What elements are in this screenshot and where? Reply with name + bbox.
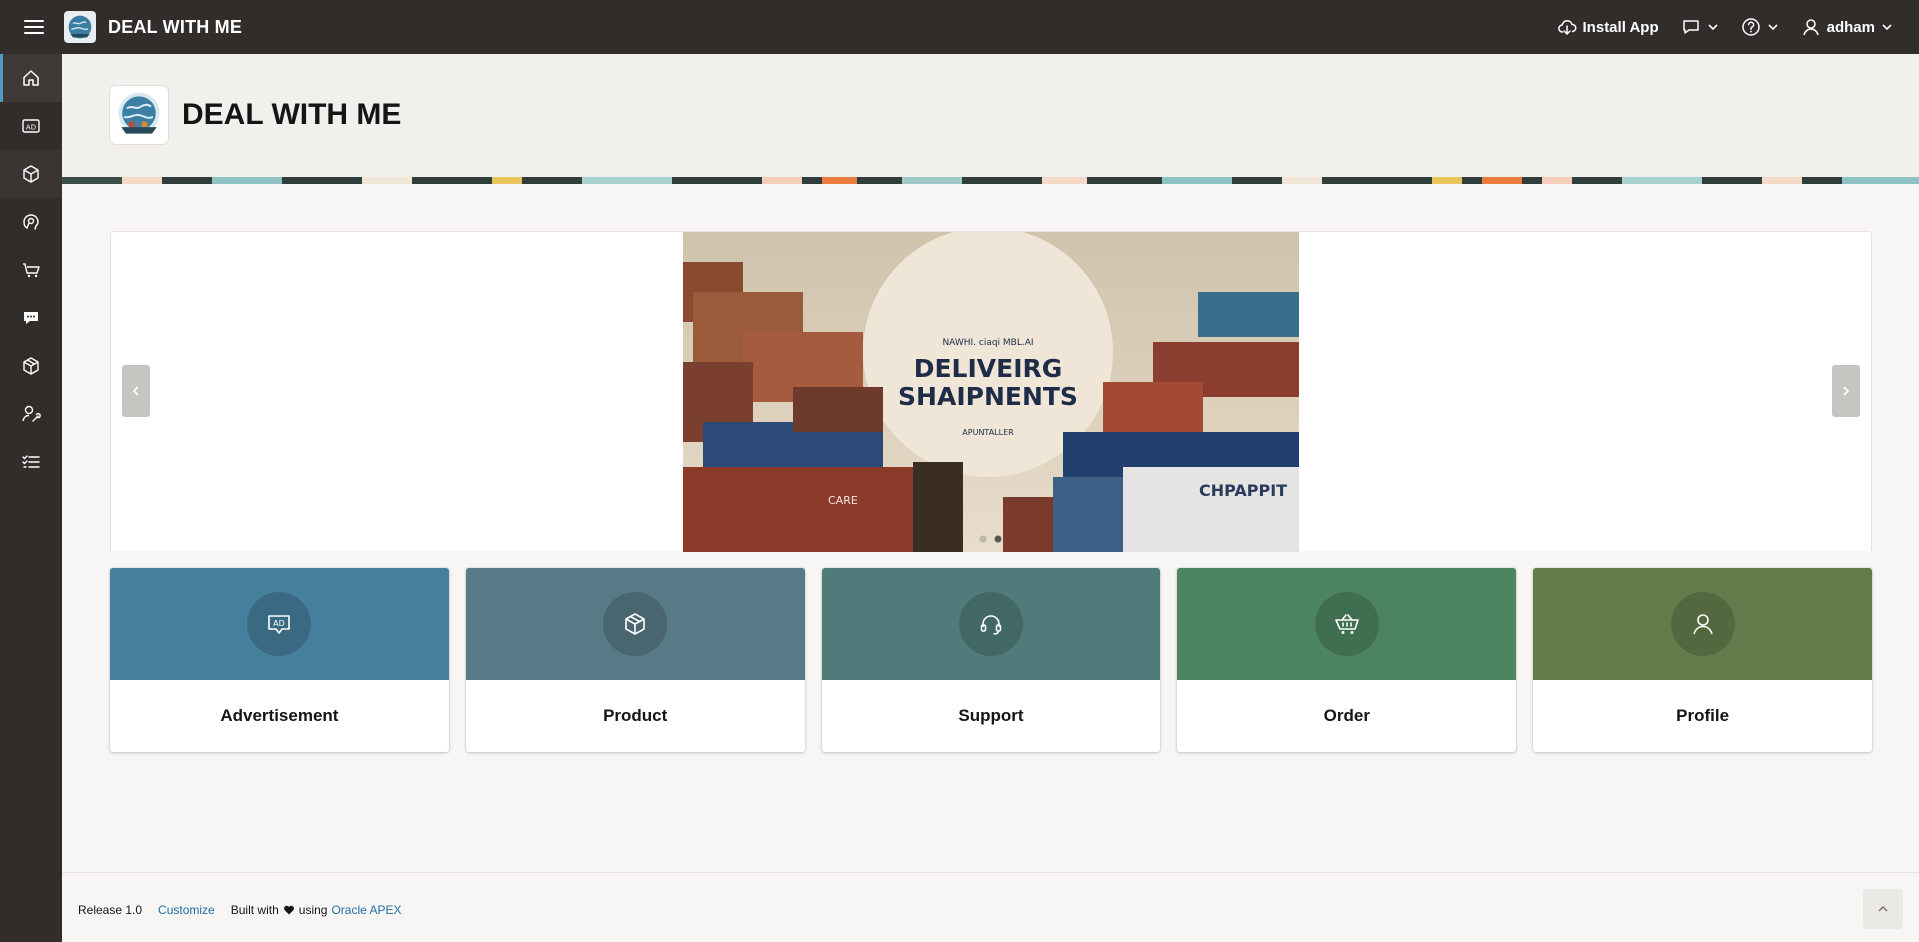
using-label: using bbox=[298, 903, 328, 917]
cube-icon bbox=[625, 613, 645, 635]
side-navigation: AD bbox=[0, 54, 62, 942]
carousel-previous-button[interactable] bbox=[122, 365, 150, 417]
chevron-right-icon bbox=[1843, 386, 1850, 396]
built-with-label: Built with bbox=[230, 903, 279, 917]
card-header bbox=[821, 568, 1161, 680]
page-title: DEAL WITH ME bbox=[182, 98, 402, 131]
card-product[interactable]: Product bbox=[465, 568, 805, 752]
home-icon bbox=[23, 70, 39, 86]
top-bar: DEAL WITH ME Install App adham bbox=[0, 0, 1919, 54]
card-icon-badge bbox=[603, 592, 668, 656]
user-icon bbox=[1692, 614, 1713, 635]
slide-top-text: NAWHI. ciaqi MBL.AI bbox=[942, 338, 1033, 348]
user-menu-button[interactable]: adham bbox=[1793, 9, 1901, 45]
svg-text:AD: AD bbox=[274, 619, 286, 628]
oracle-apex-link[interactable]: Oracle APEX bbox=[331, 903, 401, 917]
cart-icon bbox=[1334, 614, 1359, 634]
sidebar-item-tasks[interactable] bbox=[0, 438, 62, 486]
footer: Release 1.0 Customize Built with using O… bbox=[62, 872, 1919, 942]
headset-icon bbox=[980, 615, 1002, 635]
ad-icon: AD bbox=[268, 615, 291, 634]
ad-icon: AD bbox=[22, 119, 40, 133]
chevron-down-icon bbox=[1768, 24, 1778, 31]
image-carousel: NAWHI. ciaqi MBL.AI DELIVEIRG SHAIPNENTS… bbox=[110, 231, 1872, 552]
card-icon-badge: AD bbox=[247, 592, 312, 656]
support-icon bbox=[23, 214, 39, 230]
feedback-menu-button[interactable] bbox=[1673, 9, 1727, 45]
slide-heading-line2: SHAIPNENTS bbox=[898, 382, 1078, 411]
install-app-button[interactable]: Install App bbox=[1549, 9, 1667, 45]
card-header bbox=[1533, 568, 1872, 680]
carousel-slide-image: NAWHI. ciaqi MBL.AI DELIVEIRG SHAIPNENTS… bbox=[683, 232, 1299, 552]
install-app-label: Install App bbox=[1582, 18, 1659, 36]
user-settings-icon bbox=[22, 405, 41, 422]
slide-right-container-text: CHPAPPIT bbox=[1199, 481, 1287, 500]
card-icon-badge bbox=[1314, 592, 1379, 656]
chevron-up-icon bbox=[1878, 905, 1888, 912]
globe-logo-icon bbox=[118, 92, 160, 134]
globe-logo-icon bbox=[68, 15, 92, 39]
slide-left-container-text: CARE bbox=[828, 494, 858, 507]
sidebar-item-home[interactable] bbox=[0, 54, 62, 102]
card-label: Support bbox=[958, 706, 1024, 725]
card-icon-badge bbox=[1670, 592, 1735, 656]
hero-decorative-band bbox=[62, 174, 1919, 184]
sidebar-item-packages[interactable] bbox=[0, 342, 62, 390]
hero-logo bbox=[110, 86, 168, 144]
chat-bubble-icon bbox=[1682, 20, 1699, 34]
card-header bbox=[465, 568, 805, 680]
card-label: Order bbox=[1323, 706, 1370, 725]
card-header bbox=[1177, 568, 1517, 680]
package-icon bbox=[23, 357, 39, 375]
slide-heading-line1: DELIVEIRG bbox=[914, 354, 1063, 383]
hamburger-icon bbox=[24, 20, 44, 34]
svg-text:AD: AD bbox=[26, 123, 36, 131]
chevron-down-icon bbox=[1882, 24, 1892, 31]
sidebar-item-support[interactable] bbox=[0, 198, 62, 246]
user-name: adham bbox=[1826, 18, 1875, 36]
sidebar-item-advertisement[interactable]: AD bbox=[0, 102, 62, 150]
card-label: Advertisement bbox=[220, 706, 339, 725]
sidebar-item-order[interactable] bbox=[0, 246, 62, 294]
sidebar-item-product[interactable] bbox=[0, 150, 62, 198]
back-to-top-button[interactable] bbox=[1863, 889, 1903, 929]
chevron-down-icon bbox=[1708, 24, 1718, 31]
chat-icon bbox=[24, 312, 38, 324]
sidebar-item-user-settings[interactable] bbox=[0, 390, 62, 438]
customize-link[interactable]: Customize bbox=[158, 903, 215, 917]
card-profile[interactable]: Profile bbox=[1533, 568, 1872, 752]
card-advertisement[interactable]: AD Advertisement bbox=[110, 568, 449, 752]
list-icon bbox=[22, 455, 40, 468]
user-icon bbox=[1802, 19, 1819, 36]
navigation-cards: AD Advertisement Product Support Order P… bbox=[110, 568, 1872, 752]
app-title[interactable]: DEAL WITH ME bbox=[108, 17, 242, 38]
app-logo[interactable] bbox=[64, 11, 96, 43]
card-icon-badge bbox=[958, 592, 1023, 656]
cube-icon bbox=[23, 165, 39, 183]
release-label: Release 1.0 bbox=[78, 903, 143, 917]
slide-sub-text: APUNTALLER bbox=[962, 428, 1014, 437]
cloud-download-icon bbox=[1557, 19, 1577, 36]
chevron-left-icon bbox=[132, 386, 139, 396]
card-label: Profile bbox=[1676, 706, 1730, 725]
heart-icon bbox=[283, 905, 294, 915]
carousel-next-button[interactable] bbox=[1832, 365, 1860, 417]
card-label: Product bbox=[603, 706, 668, 725]
hero-region: DEAL WITH ME bbox=[62, 54, 1919, 184]
help-menu-button[interactable] bbox=[1733, 9, 1787, 45]
menu-toggle-button[interactable] bbox=[0, 0, 68, 54]
card-support[interactable]: Support bbox=[821, 568, 1161, 752]
card-order[interactable]: Order bbox=[1177, 568, 1517, 752]
cart-icon bbox=[23, 263, 40, 278]
help-icon bbox=[1741, 18, 1760, 36]
card-header: AD bbox=[110, 568, 449, 680]
sidebar-item-messages[interactable] bbox=[0, 294, 62, 342]
